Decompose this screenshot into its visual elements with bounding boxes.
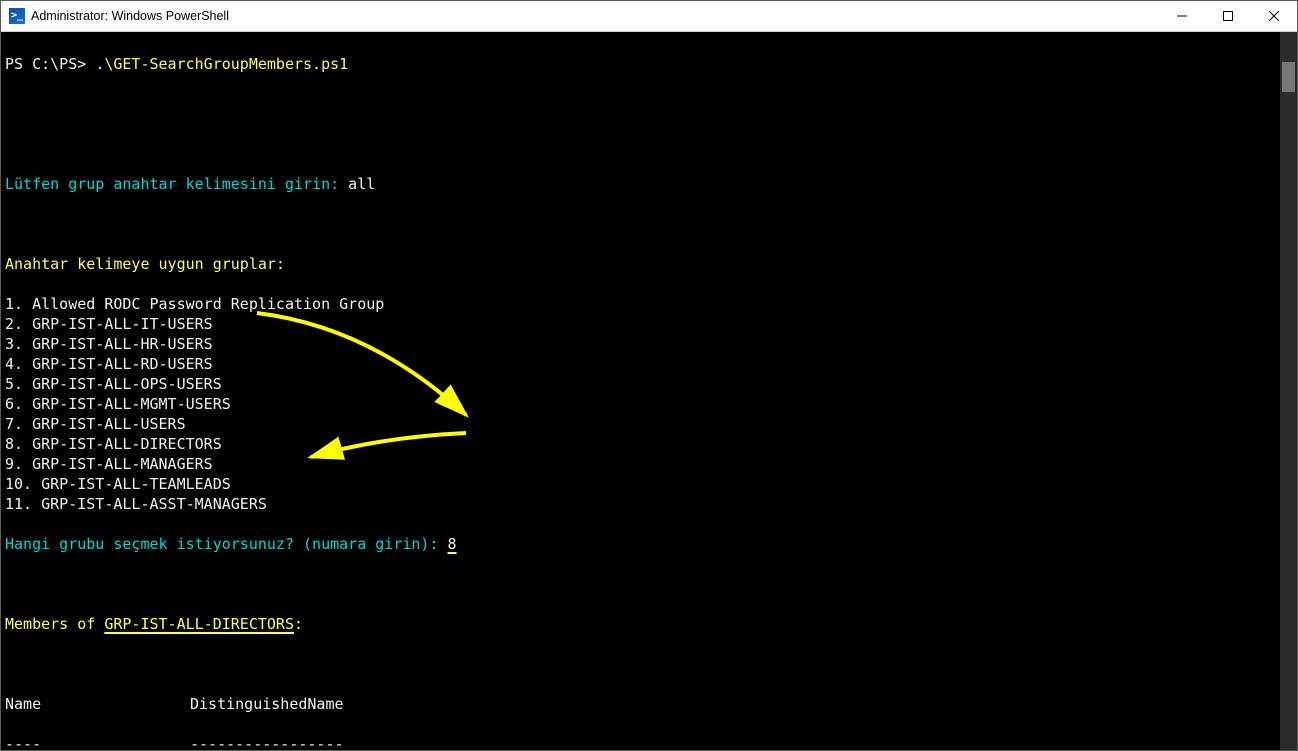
group-item: 4. GRP-IST-ALL-RD-USERS [5, 354, 1293, 374]
terminal-output[interactable]: PS C:\PS> .\GET-SearchGroupMembers.ps1 L… [1, 32, 1297, 750]
group-item: 1. Allowed RODC Password Replication Gro… [5, 294, 1293, 314]
powershell-window: Administrator: Windows PowerShell PS C:\… [0, 0, 1298, 751]
titlebar[interactable]: Administrator: Windows PowerShell [1, 1, 1297, 32]
groups-list: 1. Allowed RODC Password Replication Gro… [5, 294, 1293, 514]
minimize-button[interactable] [1159, 1, 1205, 32]
select-prompt-label: Hangi grubu seçmek istiyorsunuz? (numara… [5, 535, 448, 553]
powershell-icon [9, 8, 25, 24]
window-title: Administrator: Windows PowerShell [31, 9, 229, 23]
command-text: .\GET-SearchGroupMembers.ps1 [95, 55, 348, 73]
group-item: 2. GRP-IST-ALL-IT-USERS [5, 314, 1293, 334]
maximize-button[interactable] [1205, 1, 1251, 32]
group-item: 3. GRP-IST-ALL-HR-USERS [5, 334, 1293, 354]
group-item: 5. GRP-IST-ALL-OPS-USERS [5, 374, 1293, 394]
select-prompt-value: 8 [448, 535, 457, 553]
group-item: 11. GRP-IST-ALL-ASST-MANAGERS [5, 494, 1293, 514]
group-item: 7. GRP-IST-ALL-USERS [5, 414, 1293, 434]
table-header: NameDistinguishedName [5, 694, 1293, 714]
close-button[interactable] [1251, 1, 1297, 32]
group-item: 6. GRP-IST-ALL-MGMT-USERS [5, 394, 1293, 414]
group-item: 8. GRP-IST-ALL-DIRECTORS [5, 434, 1293, 454]
members-of-line: Members of GRP-IST-ALL-DIRECTORS: [5, 614, 1293, 634]
table-divider: --------------------- [5, 734, 1293, 750]
scrollbar-thumb[interactable] [1282, 62, 1295, 92]
keyword-prompt-label: Lütfen grup anahtar kelimesini girin: [5, 175, 348, 193]
group-item: 9. GRP-IST-ALL-MANAGERS [5, 454, 1293, 474]
prompt-ps: PS C:\PS> [5, 55, 95, 73]
members-of-group: GRP-IST-ALL-DIRECTORS [104, 615, 294, 633]
vertical-scrollbar[interactable] [1280, 32, 1297, 750]
keyword-prompt-value: all [348, 175, 375, 193]
group-item: 10. GRP-IST-ALL-TEAMLEADS [5, 474, 1293, 494]
groups-header: Anahtar kelimeye uygun gruplar: [5, 254, 1293, 274]
